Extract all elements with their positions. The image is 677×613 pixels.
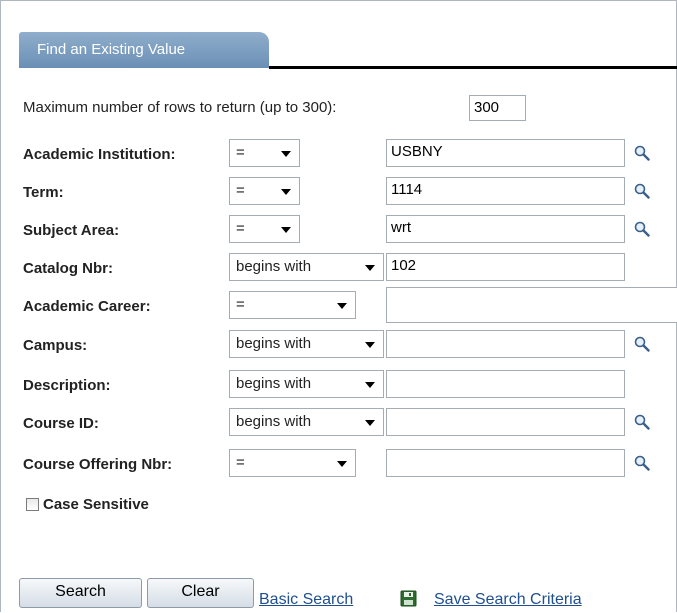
term-operator[interactable]: = bbox=[229, 177, 300, 205]
clear-button[interactable]: Clear bbox=[147, 578, 254, 608]
course-id-label: Course ID: bbox=[23, 415, 99, 432]
operator-value: = bbox=[236, 220, 245, 237]
course-offering-nbr-label: Course Offering Nbr: bbox=[23, 456, 173, 473]
academic-career-select[interactable] bbox=[386, 287, 677, 323]
course-offering-nbr-operator[interactable]: = bbox=[229, 449, 356, 477]
chevron-down-icon bbox=[337, 461, 347, 467]
chevron-down-icon bbox=[281, 151, 291, 157]
academic-institution-operator[interactable]: = bbox=[229, 139, 300, 167]
magnifier-icon[interactable] bbox=[634, 221, 650, 237]
operator-value: = bbox=[236, 454, 245, 471]
academic-career-operator[interactable]: = bbox=[229, 291, 356, 319]
course-id-operator[interactable]: begins with bbox=[229, 408, 384, 436]
chevron-down-icon bbox=[365, 420, 375, 426]
operator-value: = bbox=[236, 182, 245, 199]
chevron-down-icon bbox=[365, 382, 375, 388]
case-sensitive-checkbox[interactable] bbox=[26, 498, 39, 511]
subject-area-label: Subject Area: bbox=[23, 222, 120, 239]
academic-career-label: Academic Career: bbox=[23, 298, 151, 315]
academic-institution-input[interactable]: USBNY bbox=[386, 139, 625, 167]
operator-value: begins with bbox=[236, 335, 312, 352]
description-input[interactable] bbox=[386, 370, 625, 398]
description-operator[interactable]: begins with bbox=[229, 370, 384, 398]
tab-find-existing-value[interactable]: Find an Existing Value bbox=[19, 32, 269, 68]
magnifier-icon[interactable] bbox=[634, 414, 650, 430]
operator-value: begins with bbox=[236, 375, 312, 392]
subject-area-operator[interactable]: = bbox=[229, 215, 300, 243]
magnifier-icon[interactable] bbox=[634, 336, 650, 352]
subject-area-input[interactable]: wrt bbox=[386, 215, 625, 243]
floppy-disk-icon[interactable] bbox=[400, 590, 417, 607]
course-offering-nbr-input[interactable] bbox=[386, 449, 625, 477]
chevron-down-icon bbox=[365, 342, 375, 348]
magnifier-icon[interactable] bbox=[634, 145, 650, 161]
basic-search-link[interactable]: Basic Search bbox=[259, 591, 353, 609]
catalog-nbr-operator[interactable]: begins with bbox=[229, 253, 384, 281]
campus-label: Campus: bbox=[23, 337, 88, 354]
chevron-down-icon bbox=[365, 265, 375, 271]
save-search-criteria-link[interactable]: Save Search Criteria bbox=[434, 591, 582, 609]
campus-input[interactable] bbox=[386, 330, 625, 358]
case-sensitive-label: Case Sensitive bbox=[43, 496, 149, 513]
chevron-down-icon bbox=[281, 189, 291, 195]
term-input[interactable]: 1114 bbox=[386, 177, 625, 205]
tab-underline bbox=[269, 66, 677, 69]
max-rows-input[interactable]: 300 bbox=[469, 95, 526, 121]
operator-value: begins with bbox=[236, 258, 312, 275]
catalog-nbr-input[interactable]: 102 bbox=[386, 253, 625, 281]
operator-value: = bbox=[236, 144, 245, 161]
catalog-nbr-label: Catalog Nbr: bbox=[23, 260, 113, 277]
operator-value: begins with bbox=[236, 413, 312, 430]
course-id-input[interactable] bbox=[386, 408, 625, 436]
magnifier-icon[interactable] bbox=[634, 455, 650, 471]
chevron-down-icon bbox=[281, 227, 291, 233]
description-label: Description: bbox=[23, 377, 111, 394]
operator-value: = bbox=[236, 296, 245, 313]
term-label: Term: bbox=[23, 184, 64, 201]
academic-institution-label: Academic Institution: bbox=[23, 146, 176, 163]
campus-operator[interactable]: begins with bbox=[229, 330, 384, 358]
tab-label: Find an Existing Value bbox=[37, 41, 186, 58]
search-button[interactable]: Search bbox=[19, 578, 142, 608]
magnifier-icon[interactable] bbox=[634, 183, 650, 199]
max-rows-label: Maximum number of rows to return (up to … bbox=[23, 99, 337, 116]
chevron-down-icon bbox=[337, 303, 347, 309]
